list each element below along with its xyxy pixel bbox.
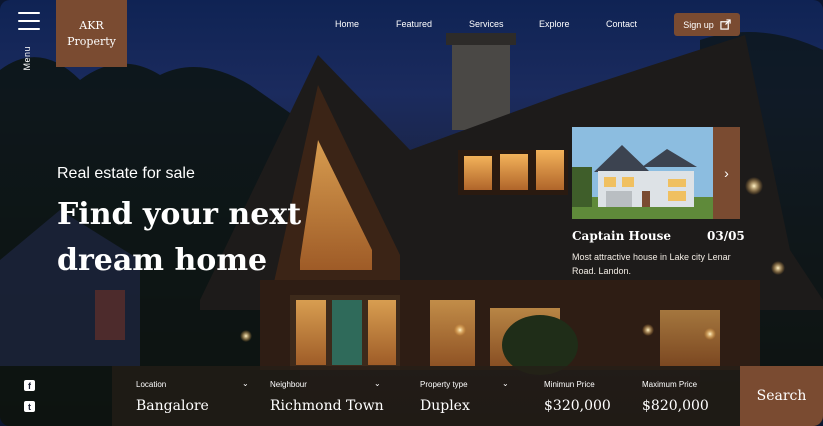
- neighbour-value: Richmond Town: [270, 398, 384, 414]
- min-price-field[interactable]: Minimun Price $320,000: [544, 366, 624, 426]
- max-price-label: Maximum Price: [642, 380, 698, 389]
- featured-property-image[interactable]: [572, 127, 713, 219]
- nav-home[interactable]: Home: [335, 19, 359, 29]
- signup-label: Sign up: [683, 19, 714, 30]
- min-price-value: $320,000: [544, 398, 611, 414]
- nav-explore[interactable]: Explore: [539, 19, 570, 29]
- property-type-label: Property type: [420, 380, 468, 389]
- brand-logo[interactable]: AKR Property: [56, 0, 127, 67]
- nav-featured[interactable]: Featured: [396, 19, 432, 29]
- min-price-label: Minimun Price: [544, 380, 595, 389]
- chevron-down-icon: ⌄: [374, 379, 381, 388]
- location-select[interactable]: Location ⌄ Bangalore: [136, 366, 249, 426]
- location-value: Bangalore: [136, 398, 209, 414]
- card-next-button[interactable]: ›: [713, 127, 740, 219]
- neighbour-select[interactable]: Neighbour ⌄ Richmond Town: [270, 366, 390, 426]
- neighbour-label: Neighbour: [270, 380, 307, 389]
- hero-page: Menu AKR Property Home Featured Services…: [0, 0, 823, 426]
- hero-subtitle: Real estate for sale: [57, 165, 195, 182]
- hero-title-line2: dream home: [57, 243, 268, 278]
- nav-services[interactable]: Services: [469, 19, 504, 29]
- hamburger-icon-bar: [18, 12, 40, 14]
- house-thumbnail: [572, 127, 713, 219]
- brand-line2: Property: [67, 34, 116, 48]
- featured-property-name: Captain House: [572, 229, 671, 243]
- property-type-value: Duplex: [420, 398, 470, 414]
- location-label: Location: [136, 380, 167, 389]
- twitter-icon[interactable]: t: [24, 401, 35, 412]
- menu-label: Menu: [22, 46, 32, 71]
- facebook-icon[interactable]: f: [24, 380, 35, 391]
- external-link-icon: [720, 19, 731, 30]
- max-price-field[interactable]: Maximum Price $820,000: [642, 366, 732, 426]
- nav-contact[interactable]: Contact: [606, 19, 637, 29]
- search-button[interactable]: Search: [740, 366, 823, 426]
- hero-title-line1: Find your next: [57, 197, 302, 232]
- chevron-down-icon: ⌄: [242, 379, 249, 388]
- featured-property-description: Most attractive house in Lake city Lenar…: [572, 252, 731, 276]
- hero-title: Find your next dream home: [57, 192, 317, 284]
- chevron-right-icon: ›: [724, 165, 729, 181]
- property-type-select[interactable]: Property type ⌄ Duplex: [420, 366, 520, 426]
- max-price-value: $820,000: [642, 398, 709, 414]
- chevron-down-icon: ⌄: [502, 379, 509, 388]
- property-search-bar: Location ⌄ Bangalore Neighbour ⌄ Richmon…: [112, 366, 740, 426]
- signup-button[interactable]: Sign up: [674, 13, 740, 36]
- featured-slide-index: 03/05: [707, 229, 745, 243]
